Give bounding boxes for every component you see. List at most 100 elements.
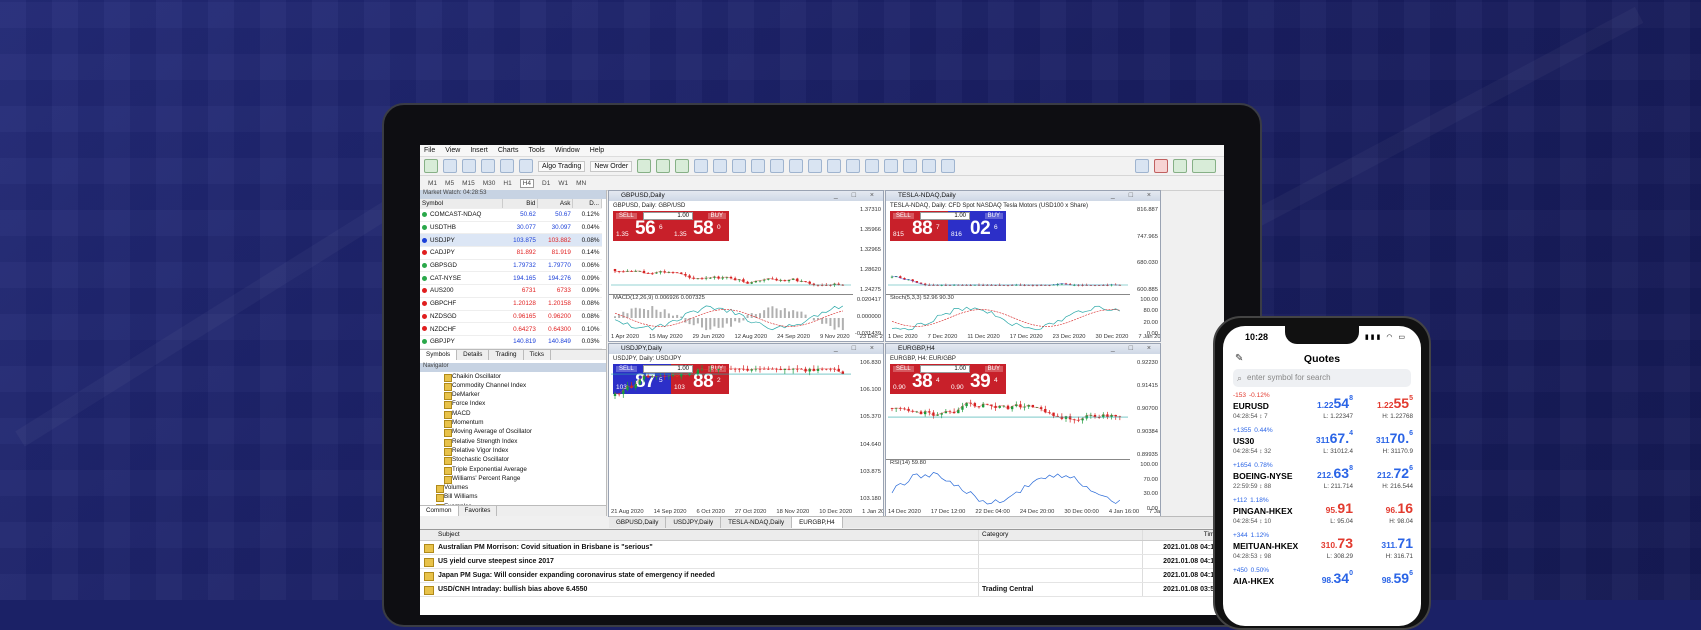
menu-window[interactable]: Window [555,147,580,154]
menu-view[interactable]: View [445,147,460,154]
chart-window-eurgbp[interactable]: EURGBP,H4_ □ ×EURGBP, H4: EUR/GBPSELL0.9… [885,343,1161,517]
market-watch-row[interactable]: CAT-NYSE194.165194.2760.09% [420,272,602,285]
navigator-item[interactable]: Williams' Percent Range [420,474,606,483]
col-bid[interactable]: Bid [503,199,538,209]
line-chart-icon[interactable] [675,159,689,173]
menu-tools[interactable]: Tools [528,147,544,154]
market-watch-row[interactable]: CADJPY81.89281.9190.14% [420,247,602,260]
menu-help[interactable]: Help [590,147,604,154]
window-controls-icon[interactable]: _ □ × [834,344,880,354]
lot-size-input[interactable]: 1.00 [920,212,970,220]
quote-row[interactable]: +16540.78%BOEING-NYSE22:59:59 ↕ 88212.63… [1233,462,1415,497]
navigator-group[interactable]: Volumes [420,483,606,492]
menu-charts[interactable]: Charts [498,147,519,154]
market-watch-row[interactable]: NZDCHF0.642730.643000.10% [420,323,602,336]
market-watch-row[interactable]: NZDSGD0.961650.962000.08% [420,310,602,323]
window-controls-icon[interactable]: _ □ × [834,191,880,201]
menu-insert[interactable]: Insert [470,147,488,154]
news-col-category[interactable]: Category [978,530,1142,540]
market-watch-icon[interactable] [462,159,476,173]
candle-chart-icon[interactable] [656,159,670,173]
market-watch-row[interactable]: GBPCHF1.201281.201580.08% [420,297,602,310]
quote-row[interactable]: +4500.50%AIA-HKEX98.34098.596 [1233,567,1415,602]
horizontal-line-icon[interactable] [846,159,860,173]
tf-h4[interactable]: H4 [520,179,534,188]
market-watch-row[interactable]: COMCAST-NDAQ50.6250.670.12% [420,209,602,222]
vertical-line-icon[interactable] [827,159,841,173]
tab-trading[interactable]: Trading [489,350,523,360]
navigator-item[interactable]: Commodity Channel Index [420,381,606,390]
algo-trading-button[interactable]: Algo Trading [538,161,585,172]
indicator-chart[interactable] [888,466,1128,510]
tab-ticks[interactable]: Ticks [524,350,551,360]
quote-row[interactable]: -153-0.12%EURUSD04:28:54 ↕ 71.225481.225… [1233,392,1415,427]
tf-m15[interactable]: M15 [462,180,475,187]
news-row[interactable]: Japan PM Suga: Will consider expanding c… [420,569,1224,583]
col-daily-change[interactable]: D... [573,199,602,209]
navigator-item[interactable]: Triple Exponential Average [420,465,606,474]
trendline-icon[interactable] [865,159,879,173]
lot-size-input[interactable]: 1.00 [920,365,970,373]
new-chart-icon[interactable] [424,159,438,173]
notifications-icon[interactable] [1154,159,1168,173]
chart-tab-usdjpy[interactable]: USDJPY,Daily [666,517,721,528]
tf-w1[interactable]: W1 [558,180,568,187]
news-row[interactable]: US yield curve steepest since 20172021.0… [420,555,1224,569]
search-icon[interactable] [1135,159,1149,173]
cursor-icon[interactable] [789,159,803,173]
market-watch-row[interactable]: GBPSGD1.797321.797700.06% [420,259,602,272]
scroll-chart-icon[interactable] [751,159,765,173]
navigator-item[interactable]: Relative Vigor Index [420,446,606,455]
lot-size-input[interactable]: 1.00 [643,212,693,220]
quote-row[interactable]: +13550.44%US3004:28:54 ↕ 3231167.431170.… [1233,427,1415,462]
tab-details[interactable]: Details [457,350,489,360]
navigator-group[interactable]: Bill Williams [420,492,606,501]
news-row[interactable]: Australian PM Morrison: Covid situation … [420,541,1224,555]
col-ask[interactable]: Ask [538,199,573,209]
chart-window-gbpusd[interactable]: GBPUSD,Daily_ □ ×GBPUSD, Daily: GBP/USDS… [608,190,884,342]
indicator-chart[interactable] [611,301,851,335]
tab-favorites[interactable]: Favorites [459,506,498,516]
shapes-icon[interactable] [941,159,955,173]
market-watch-row[interactable]: USDJPY103.875103.8820.08% [420,234,602,247]
signal-icon[interactable] [1173,159,1187,173]
bar-chart-icon[interactable] [637,159,651,173]
text-icon[interactable] [922,159,936,173]
data-window-icon[interactable] [481,159,495,173]
tab-symbols[interactable]: Symbols [420,350,457,360]
profiles-icon[interactable] [443,159,457,173]
navigator-item[interactable]: Momentum [420,418,606,427]
navigator-item[interactable]: Moving Average of Oscillator [420,427,606,436]
tf-d1[interactable]: D1 [542,180,550,187]
tf-h1[interactable]: H1 [503,180,511,187]
tab-common[interactable]: Common [420,506,459,516]
market-watch-row[interactable]: GBPJPY140.819140.8490.03% [420,335,602,348]
navigator-item[interactable]: Chaikin Oscillator [420,372,606,381]
market-watch-row[interactable]: AUS200673167330.09% [420,285,602,298]
chart-tab-gbpusd[interactable]: GBPUSD,Daily [609,517,666,528]
chart-window-usdjpy[interactable]: USDJPY,Daily_ □ ×USDJPY, Daily: USD/JPYS… [608,343,884,517]
market-watch-row[interactable]: USDTHB30.07730.0970.04% [420,221,602,234]
chart-window-tesla[interactable]: TESLA-NDAQ,Daily_ □ ×TESLA-NDAQ, Daily: … [885,190,1161,342]
new-order-button[interactable]: New Order [590,161,632,172]
price-chart[interactable] [611,358,851,502]
tf-m5[interactable]: M5 [445,180,454,187]
navigator-item[interactable]: Stochastic Oscillator [420,455,606,464]
menu-file[interactable]: File [424,147,435,154]
navigator-item[interactable]: Relative Strength Index [420,437,606,446]
quote-row[interactable]: +3441.12%MEITUAN-HKEX04:28:53 ↕ 98310.73… [1233,532,1415,567]
tf-m1[interactable]: M1 [428,180,437,187]
window-controls-icon[interactable]: _ □ × [1111,191,1157,201]
window-controls-icon[interactable]: _ □ × [1111,344,1157,354]
navigator-item[interactable]: Force Index [420,399,606,408]
fibonacci-icon[interactable] [903,159,917,173]
lot-size-input[interactable]: 1.00 [643,365,693,373]
navigator-icon[interactable] [500,159,514,173]
zoom-in-icon[interactable] [694,159,708,173]
terminal-icon[interactable] [519,159,533,173]
news-col-time[interactable]: Time [1142,530,1224,540]
zoom-out-icon[interactable] [713,159,727,173]
chart-tab-tesla[interactable]: TESLA-NDAQ,Daily [721,517,792,528]
symbol-search-input[interactable]: ⌕ enter symbol for search [1233,369,1411,387]
indicator-chart[interactable] [888,301,1128,335]
